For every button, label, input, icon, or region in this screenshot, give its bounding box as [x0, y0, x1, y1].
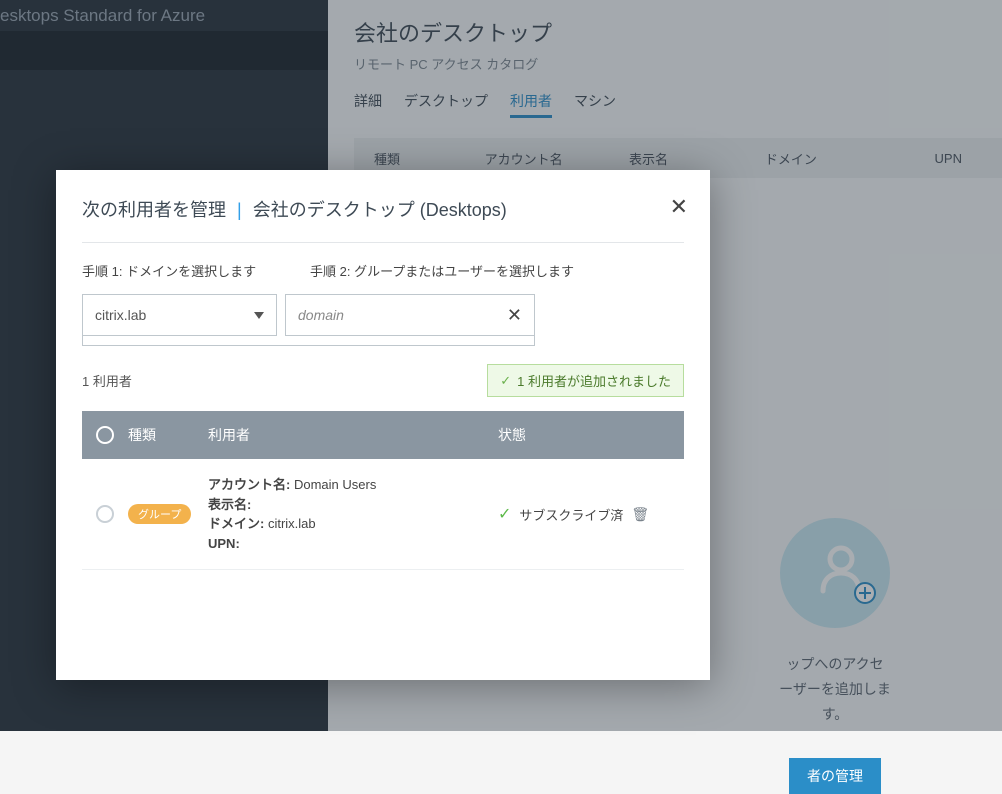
group-badge: グループ	[128, 504, 191, 524]
subscriber-row: グループ アカウント名: Domain Users 表示名: ドメイン: cit…	[82, 459, 684, 570]
subscriber-table-header: 種類 利用者 状態	[82, 411, 684, 459]
trash-icon[interactable]: 🗑	[631, 506, 649, 523]
close-icon[interactable]: ✕	[670, 194, 688, 220]
domain-select[interactable]: citrix.lab	[82, 294, 277, 336]
modal-title-catalog: 会社のデスクトップ (Desktops)	[253, 200, 507, 220]
upn-label: UPN:	[208, 536, 240, 551]
modal-title-separator: |	[237, 200, 247, 220]
domain-label: ドメイン:	[208, 516, 264, 531]
manage-subscribers-button[interactable]: 者の管理	[789, 758, 881, 794]
domain-value: citrix.lab	[268, 516, 316, 531]
display-label: 表示名:	[208, 497, 251, 512]
chevron-down-icon	[254, 312, 264, 319]
modal-title-prefix: 次の利用者を管理	[82, 200, 226, 220]
status-text: サブスクライブ済	[519, 505, 623, 524]
subscribed-check-icon: ✓	[498, 504, 511, 524]
search-input[interactable]: domain ✕	[285, 294, 535, 336]
check-icon: ✓	[500, 373, 511, 389]
step1-label: 手順 1: ドメインを選択します	[82, 261, 282, 280]
col-subscriber-header: 利用者	[208, 425, 498, 445]
subscriber-count: 1 利用者	[82, 371, 132, 390]
manage-subscribers-modal: 次の利用者を管理 | 会社のデスクトップ (Desktops) ✕ 手順 1: …	[56, 170, 710, 680]
modal-title: 次の利用者を管理 | 会社のデスクトップ (Desktops)	[82, 196, 684, 222]
col-status-header: 状態	[498, 425, 684, 445]
clear-search-icon[interactable]: ✕	[507, 305, 522, 326]
col-kind-header: 種類	[128, 425, 208, 445]
account-value: Domain Users	[294, 477, 376, 492]
step2-label: 手順 2: グループまたはユーザーを選択します	[310, 261, 574, 280]
dropdown-strip	[82, 336, 535, 346]
account-label: アカウント名:	[208, 477, 290, 492]
select-all-checkbox[interactable]	[96, 426, 114, 444]
domain-select-value: citrix.lab	[95, 307, 146, 323]
added-banner: ✓ 1 利用者が追加されました	[487, 364, 684, 397]
row-checkbox[interactable]	[96, 505, 114, 523]
added-banner-text: 1 利用者が追加されました	[517, 371, 671, 390]
search-input-value: domain	[298, 307, 344, 323]
